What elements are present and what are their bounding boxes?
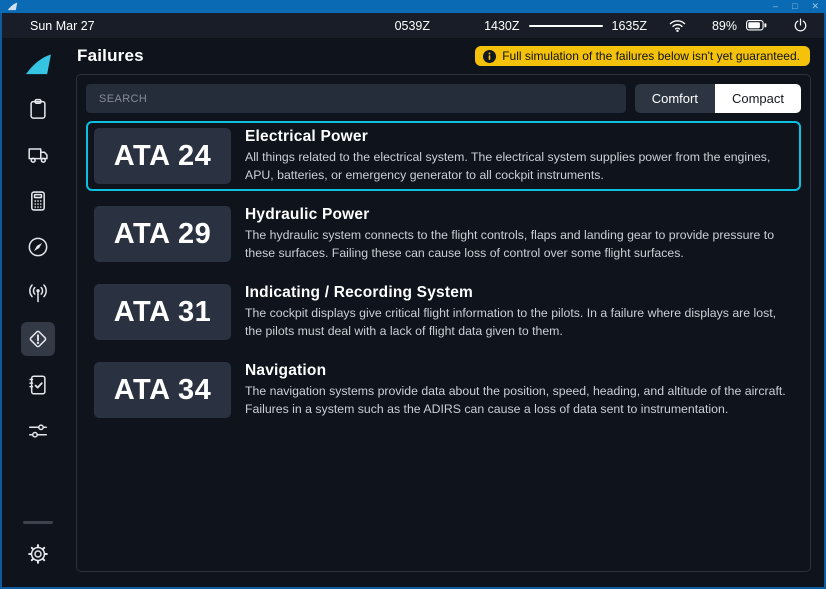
battery-icon xyxy=(746,20,767,31)
search-input[interactable] xyxy=(86,84,626,113)
battery-percent: 89% xyxy=(712,19,737,33)
clipboard-icon xyxy=(27,98,49,120)
sidebar-item-navigation[interactable] xyxy=(21,230,55,264)
failure-item-ata34[interactable]: ATA 34 Navigation The navigation systems… xyxy=(86,355,801,425)
sidebar-item-dashboard[interactable] xyxy=(21,92,55,126)
app-icon xyxy=(7,2,18,11)
ata-badge: ATA 24 xyxy=(94,128,231,184)
failures-page: Failures Full simulation of the failures… xyxy=(74,38,824,587)
status-date: Sun Mar 27 xyxy=(30,19,95,33)
schedule-start-time: 1430Z xyxy=(484,19,519,33)
failure-title: Indicating / Recording System xyxy=(245,284,793,302)
view-mode-comfort-button[interactable]: Comfort xyxy=(635,84,715,113)
app-window: – □ ✕ Sun Mar 27 0539Z 1430Z 1635Z xyxy=(0,0,826,589)
sidebar-item-performance[interactable] xyxy=(21,184,55,218)
view-mode-compact-button[interactable]: Compact xyxy=(715,84,801,113)
failure-item-ata31[interactable]: ATA 31 Indicating / Recording System The… xyxy=(86,277,801,347)
status-bar: Sun Mar 27 0539Z 1430Z 1635Z 89% xyxy=(2,13,824,38)
failure-description: The navigation systems provide data abou… xyxy=(245,383,793,418)
close-button[interactable]: ✕ xyxy=(811,0,819,13)
failure-list: ATA 24 Electrical Power All things relat… xyxy=(86,121,801,425)
brand-logo-icon xyxy=(24,53,53,76)
sidebar-divider xyxy=(23,521,53,524)
sidebar-item-checklists[interactable] xyxy=(21,368,55,402)
exclamation-diamond-icon xyxy=(27,328,49,350)
warning-banner: Full simulation of the failures below is… xyxy=(475,46,810,66)
os-titlebar: – □ ✕ xyxy=(0,0,826,13)
compass-icon xyxy=(27,236,49,258)
wifi-icon xyxy=(669,19,686,32)
failure-title: Hydraulic Power xyxy=(245,206,793,224)
failure-item-ata29[interactable]: ATA 29 Hydraulic Power The hydraulic sys… xyxy=(86,199,801,269)
status-current-time: 0539Z xyxy=(395,19,430,33)
ata-badge: ATA 29 xyxy=(94,206,231,262)
sliders-icon xyxy=(27,420,49,442)
failure-title: Electrical Power xyxy=(245,128,793,146)
failure-item-ata24[interactable]: ATA 24 Electrical Power All things relat… xyxy=(86,121,801,191)
journal-check-icon xyxy=(27,374,49,396)
gear-icon xyxy=(27,543,49,565)
broadcast-icon xyxy=(27,282,49,304)
maximize-button[interactable]: □ xyxy=(792,0,797,13)
minimize-button[interactable]: – xyxy=(773,0,778,13)
failures-panel: Comfort Compact ATA 24 Electrical Power … xyxy=(76,74,811,572)
sidebar-item-failures[interactable] xyxy=(21,322,55,356)
view-mode-toggle: Comfort Compact xyxy=(635,84,801,113)
sidebar-item-ground[interactable] xyxy=(21,138,55,172)
ata-badge: ATA 34 xyxy=(94,362,231,418)
failure-description: The cockpit displays give critical fligh… xyxy=(245,305,793,340)
failure-title: Navigation xyxy=(245,362,793,380)
info-icon xyxy=(483,50,496,63)
schedule-progress-bar xyxy=(529,25,603,27)
calculator-icon xyxy=(27,190,49,212)
schedule-end-time: 1635Z xyxy=(612,19,647,33)
sidebar xyxy=(2,38,74,587)
sidebar-item-atc[interactable] xyxy=(21,276,55,310)
truck-icon xyxy=(27,144,49,166)
warning-text: Full simulation of the failures below is… xyxy=(502,49,800,63)
failure-description: The hydraulic system connects to the fli… xyxy=(245,227,793,262)
ata-badge: ATA 31 xyxy=(94,284,231,340)
page-title: Failures xyxy=(77,46,144,66)
failure-description: All things related to the electrical sys… xyxy=(245,149,793,184)
sidebar-item-settings[interactable] xyxy=(21,537,55,571)
sidebar-item-presets[interactable] xyxy=(21,414,55,448)
power-button[interactable] xyxy=(793,18,808,33)
